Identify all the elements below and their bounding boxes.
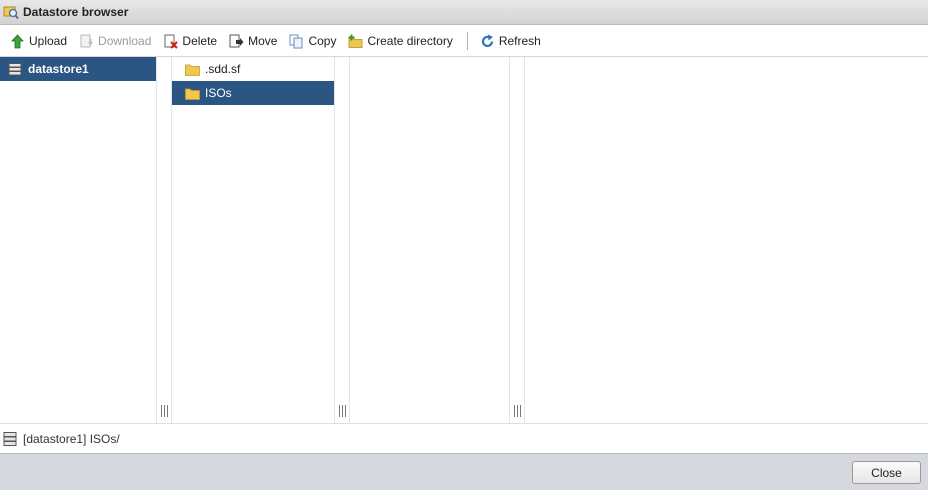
move-button[interactable]: Move <box>225 30 281 52</box>
download-button[interactable]: Download <box>75 30 155 52</box>
empty-column <box>350 57 509 423</box>
datastore-browser-icon <box>3 6 19 20</box>
splitter-grip-icon[interactable] <box>161 405 168 417</box>
upload-arrow-icon <box>11 33 24 48</box>
refresh-button[interactable]: Refresh <box>476 30 545 52</box>
datastore-item[interactable]: datastore1 <box>0 57 156 81</box>
datastore-icon <box>8 62 22 75</box>
folder-label: ISOs <box>205 86 232 100</box>
create-directory-button[interactable]: Create directory <box>344 30 456 52</box>
column-splitter[interactable] <box>156 57 172 423</box>
download-label: Download <box>98 34 152 48</box>
column-splitter[interactable] <box>509 57 525 423</box>
dialog-footer: Close <box>0 453 928 490</box>
new-folder-icon <box>348 34 363 48</box>
delete-label: Delete <box>182 34 218 48</box>
folder-item-selected[interactable]: ISOs <box>172 81 334 105</box>
upload-button[interactable]: Upload <box>6 30 71 52</box>
close-button[interactable]: Close <box>852 461 921 484</box>
folder-icon <box>185 88 200 100</box>
copy-label: Copy <box>308 34 337 48</box>
create-directory-label: Create directory <box>367 34 453 48</box>
datastore-icon <box>3 431 17 446</box>
splitter-grip-icon[interactable] <box>339 405 346 417</box>
folder-item[interactable]: .sdd.sf <box>172 57 334 81</box>
current-path: [datastore1] ISOs/ <box>23 431 120 446</box>
delete-icon <box>164 34 179 49</box>
datastore-browser-panes: datastore1 .sdd.sf ISOs <box>0 57 928 423</box>
copy-icon <box>289 34 303 48</box>
datastore-list: datastore1 <box>0 57 156 423</box>
toolbar: Upload Download Delete Move Copy Create … <box>0 26 928 57</box>
folder-label: .sdd.sf <box>205 62 241 76</box>
status-bar: [datastore1] ISOs/ <box>0 423 928 453</box>
folder-column: .sdd.sf ISOs <box>172 57 334 423</box>
download-icon <box>80 34 94 47</box>
folder-icon <box>185 64 200 76</box>
title-bar: Datastore browser <box>0 0 928 25</box>
upload-label: Upload <box>29 34 68 48</box>
refresh-icon <box>481 34 493 47</box>
file-details-area <box>525 57 928 423</box>
window-title: Datastore browser <box>23 5 129 19</box>
move-label: Move <box>248 34 278 48</box>
refresh-label: Refresh <box>498 34 541 48</box>
splitter-grip-icon[interactable] <box>514 405 521 417</box>
datastore-label: datastore1 <box>28 62 89 76</box>
toolbar-separator <box>466 32 468 50</box>
column-splitter[interactable] <box>334 57 350 423</box>
delete-button[interactable]: Delete <box>159 30 221 52</box>
copy-button[interactable]: Copy <box>285 30 340 52</box>
move-icon <box>229 34 244 47</box>
